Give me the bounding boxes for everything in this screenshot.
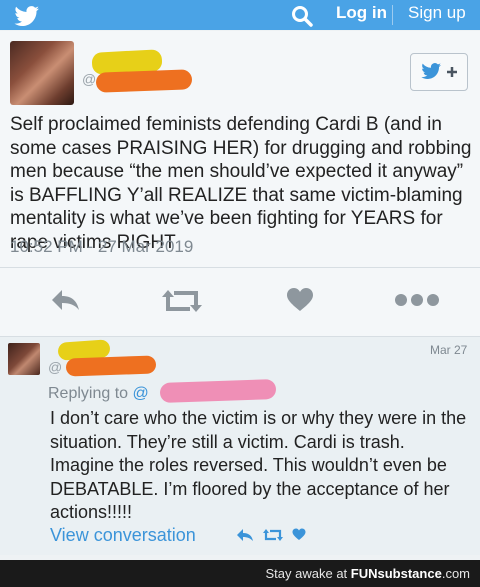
- like-small-icon[interactable]: [292, 528, 306, 541]
- redacted-replying-handle: [159, 378, 277, 404]
- tweet-timestamp[interactable]: 10:52 PM - 27 Mar 2019: [10, 237, 193, 257]
- view-conversation-link[interactable]: View conversation: [50, 525, 196, 546]
- watermark-suffix: .com: [441, 566, 470, 581]
- main-tweet: @ Self proclaimed feminists defending Ca…: [0, 31, 480, 336]
- search-icon[interactable]: [290, 4, 314, 28]
- tweet-text: Self proclaimed feminists defending Card…: [10, 114, 472, 253]
- watermark-text: Stay awake at FUNsubstance.com: [266, 566, 470, 581]
- redacted-reply-handle: [65, 355, 157, 377]
- reply-handle-prefix: @: [48, 359, 63, 375]
- reply-icon[interactable]: [48, 286, 82, 314]
- watermark-brand: FUNsubstance: [350, 566, 442, 581]
- signup-link[interactable]: Sign up: [408, 3, 466, 23]
- nav-separator: [392, 5, 393, 25]
- login-link[interactable]: Log in: [336, 3, 387, 23]
- tweet-divider: [0, 267, 480, 268]
- retweet-small-icon[interactable]: [262, 528, 284, 542]
- like-icon[interactable]: [286, 287, 314, 313]
- replying-to-line: Replying to @: [48, 385, 149, 403]
- reply-small-icon[interactable]: [236, 528, 254, 542]
- replying-to-handle[interactable]: @: [133, 385, 149, 402]
- follow-bird-plus-icon: [421, 63, 457, 79]
- replying-to-label: Replying to: [48, 385, 129, 402]
- reply-text: I don’t care who the victim is or why th…: [50, 408, 467, 522]
- reply-date[interactable]: Mar 27: [430, 343, 467, 357]
- twitter-bird-icon[interactable]: [14, 6, 40, 26]
- reply-tweet: @ Mar 27 Replying to @ I don’t care who …: [0, 337, 480, 555]
- retweet-icon[interactable]: [160, 287, 204, 315]
- handle-prefix: @: [82, 71, 97, 87]
- watermark-footer: Stay awake at FUNsubstance.com: [0, 560, 480, 587]
- top-navigation-bar: Log in Sign up: [0, 0, 480, 30]
- redacted-handle: [95, 69, 193, 93]
- watermark-prefix: Stay awake at: [265, 566, 348, 581]
- follow-button[interactable]: [410, 53, 468, 91]
- more-icon[interactable]: [394, 293, 440, 307]
- reply-author-avatar[interactable]: [8, 343, 40, 375]
- author-avatar[interactable]: [10, 41, 74, 105]
